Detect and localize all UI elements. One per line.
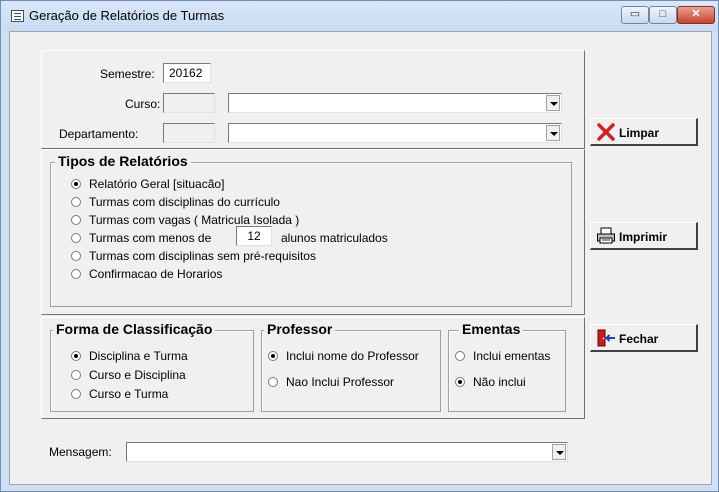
window-title: Geração de Relatórios de Turmas <box>29 8 225 23</box>
minimize-button[interactable]: ▭ <box>621 6 649 24</box>
options-panel: Forma de Classificação Disciplina e Turm… <box>41 317 585 419</box>
menos-alunos-suffix: alunos matriculados <box>281 231 388 245</box>
semestre-field[interactable]: 20162 <box>163 63 211 83</box>
radio-icon <box>71 389 81 399</box>
limpar-label: Limpar <box>619 126 660 140</box>
ementas-legend: Ementas <box>459 321 524 337</box>
radio-selected-icon <box>268 351 278 361</box>
close-button[interactable]: ✕ <box>677 6 715 24</box>
professor-option[interactable]: Inclui nome do Professor <box>268 349 419 363</box>
radio-icon <box>71 233 81 243</box>
printer-icon <box>597 227 615 244</box>
curso-combo[interactable] <box>228 93 562 113</box>
imprimir-label: Imprimir <box>619 230 668 244</box>
classificacao-option[interactable]: Curso e Turma <box>71 387 168 401</box>
radio-icon <box>71 251 81 261</box>
ementas-option[interactable]: Não inclui <box>455 375 526 389</box>
radio-icon <box>71 269 81 279</box>
main-window: Geração de Relatórios de Turmas ▭ □ ✕ Se… <box>0 0 719 492</box>
classificacao-group: Forma de Classificação Disciplina e Turm… <box>50 321 254 412</box>
radio-icon <box>71 215 81 225</box>
imprimir-button[interactable]: Imprimir <box>590 222 698 250</box>
mensagem-combo[interactable] <box>126 442 568 462</box>
radio-selected-icon <box>71 351 81 361</box>
radio-icon <box>455 351 465 361</box>
maximize-button[interactable]: □ <box>649 6 677 24</box>
classificacao-legend: Forma de Classificação <box>53 321 216 337</box>
departamento-label: Departamento: <box>59 127 139 141</box>
red-x-icon <box>597 123 615 141</box>
filter-panel: Semestre: 20162 Curso: Departamento: <box>41 50 585 149</box>
tipos-legend: Tipos de Relatórios <box>55 153 191 169</box>
tipos-group: Tipos de Relatórios Relatório Geral [sit… <box>50 153 572 307</box>
form-client-area: Semestre: 20162 Curso: Departamento: Tip… <box>9 31 712 485</box>
classificacao-option[interactable]: Disciplina e Turma <box>71 349 188 363</box>
curso-label: Curso: <box>125 97 161 111</box>
radio-selected-icon <box>455 377 465 387</box>
radio-selected-icon <box>71 179 81 189</box>
ementas-group: Ementas Inclui ementas Não inclui <box>448 321 566 412</box>
radio-icon <box>71 197 81 207</box>
tipo-option[interactable]: Confirmacao de Horarios <box>71 267 222 281</box>
departamento-dropdown-arrow-icon[interactable] <box>546 125 560 141</box>
menos-alunos-field[interactable]: 12 <box>236 226 272 246</box>
tipo-option[interactable]: Turmas com vagas ( Matricula Isolada ) <box>71 213 299 227</box>
exit-door-icon <box>597 329 615 347</box>
title-bar[interactable]: Geração de Relatórios de Turmas ▭ □ ✕ <box>1 1 718 31</box>
semestre-label: Semestre: <box>100 67 155 81</box>
limpar-button[interactable]: Limpar <box>590 118 698 146</box>
departamento-combo[interactable] <box>228 123 562 143</box>
tipos-panel: Tipos de Relatórios Relatório Geral [sit… <box>41 149 585 315</box>
fechar-label: Fechar <box>619 332 659 346</box>
app-icon <box>11 10 24 22</box>
professor-group: Professor Inclui nome do Professor Nao I… <box>261 321 441 412</box>
tipo-option[interactable]: Turmas com menos de <box>71 231 211 245</box>
classificacao-option[interactable]: Curso e Disciplina <box>71 368 186 382</box>
radio-icon <box>71 370 81 380</box>
tipo-option[interactable]: Turmas com disciplinas sem pré-requisito… <box>71 249 316 263</box>
professor-legend: Professor <box>264 321 336 337</box>
professor-option[interactable]: Nao Inclui Professor <box>268 375 394 389</box>
fechar-button[interactable]: Fechar <box>590 324 698 352</box>
radio-icon <box>268 377 278 387</box>
tipo-option[interactable]: Relatório Geral [situacão] <box>71 177 224 191</box>
departamento-code-field <box>163 123 215 143</box>
mensagem-label: Mensagem: <box>49 445 112 459</box>
curso-dropdown-arrow-icon[interactable] <box>546 95 560 111</box>
tipo-option[interactable]: Turmas com disciplinas do currículo <box>71 195 280 209</box>
curso-code-field <box>163 93 215 113</box>
ementas-option[interactable]: Inclui ementas <box>455 349 550 363</box>
mensagem-dropdown-arrow-icon[interactable] <box>552 444 566 460</box>
